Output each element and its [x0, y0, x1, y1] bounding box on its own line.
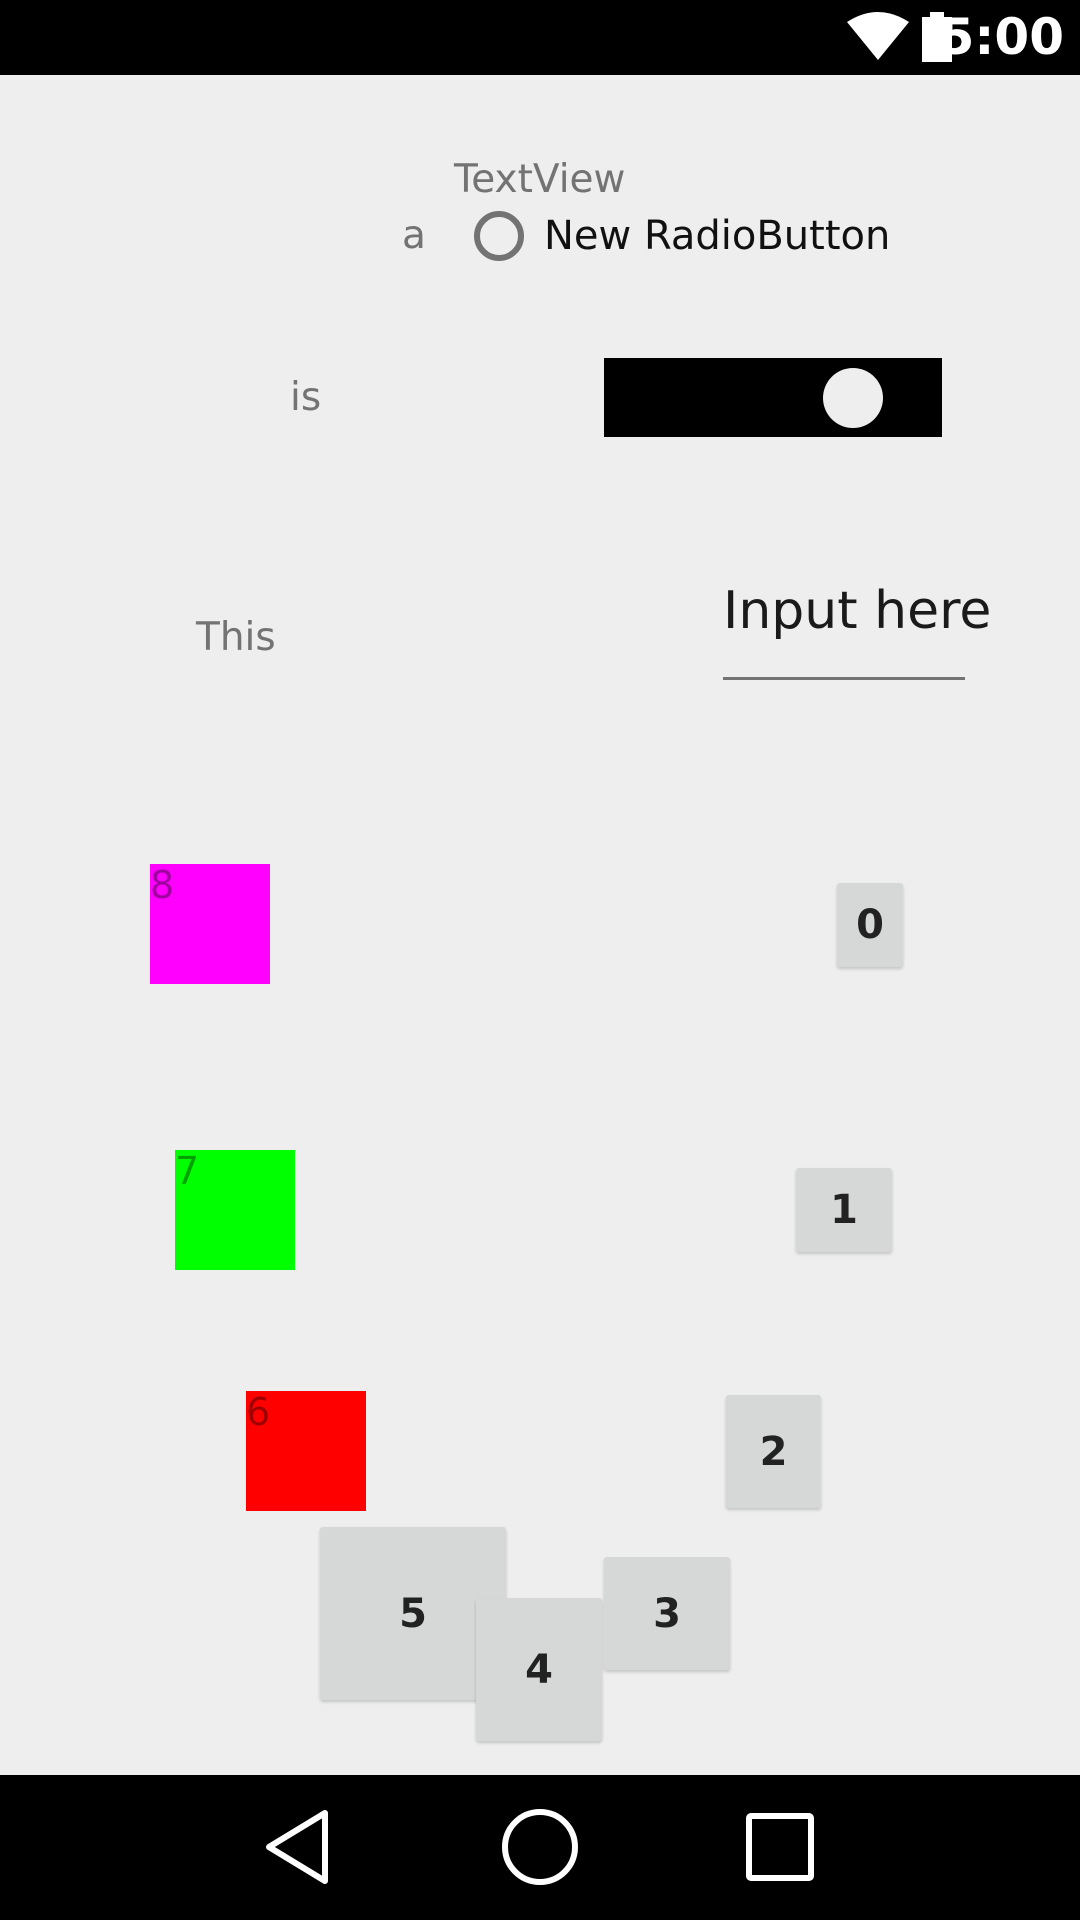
text-input-field[interactable]: Input here	[723, 585, 991, 680]
button-0[interactable]: 0	[837, 883, 903, 967]
toggle-switch[interactable]	[604, 358, 942, 437]
toggle-switch-thumb[interactable]	[823, 368, 883, 428]
button-4[interactable]: 4	[476, 1598, 602, 1741]
screen: 5:00 TextView a is This New RadioButton …	[0, 0, 1080, 1920]
status-bar: 5:00	[0, 0, 1080, 75]
recents-icon[interactable]	[738, 1805, 822, 1889]
home-icon[interactable]	[498, 1805, 582, 1889]
green-box-label: 7	[175, 1149, 200, 1193]
word-is-label: is	[290, 375, 322, 420]
new-radio-button[interactable]: New RadioButton	[470, 204, 890, 268]
button-1[interactable]: 1	[796, 1168, 892, 1252]
status-time: 5:00	[939, 8, 1064, 66]
red-box-label: 6	[246, 1390, 271, 1434]
radio-button-label: New RadioButton	[544, 213, 891, 259]
button-3[interactable]: 3	[604, 1557, 730, 1670]
button-2[interactable]: 2	[726, 1395, 821, 1508]
wifi-icon	[847, 12, 909, 60]
textview-label: TextView	[454, 157, 626, 202]
magenta-box: 8	[150, 864, 270, 984]
magenta-box-label: 8	[150, 863, 175, 907]
word-a-label: a	[402, 213, 426, 258]
red-box: 6	[246, 1391, 366, 1511]
word-this-label: This	[196, 615, 276, 660]
navigation-bar	[0, 1775, 1080, 1920]
input-underline	[723, 677, 965, 680]
radio-circle-icon	[474, 211, 524, 261]
back-icon[interactable]	[255, 1805, 339, 1889]
input-placeholder-text: Input here	[723, 581, 992, 641]
green-box: 7	[175, 1150, 295, 1270]
